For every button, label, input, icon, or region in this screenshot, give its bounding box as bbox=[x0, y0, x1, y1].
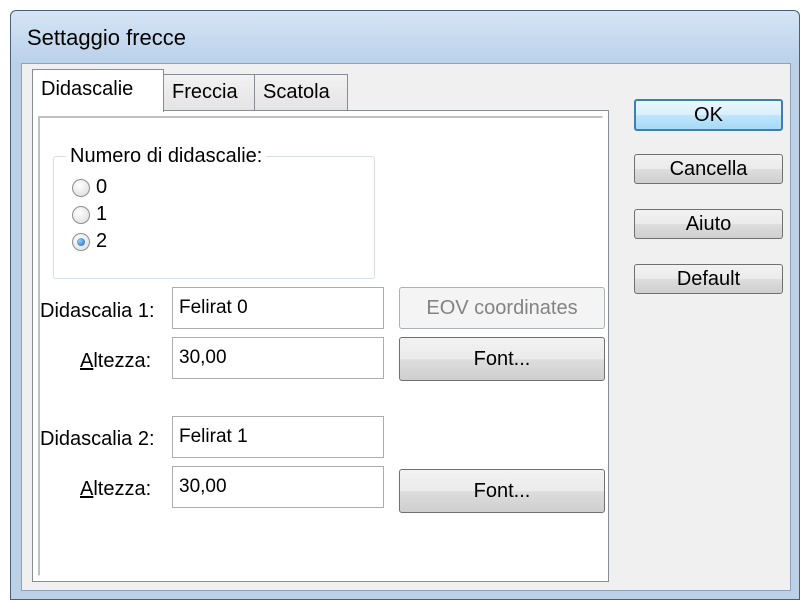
radio-label: 2 bbox=[96, 230, 108, 252]
caption1-height-input[interactable]: 30,00 bbox=[172, 337, 384, 379]
tab-label: Scatola bbox=[263, 81, 330, 103]
caption2-label: Didascalia 2: bbox=[40, 428, 155, 450]
cancel-button[interactable]: Cancella bbox=[634, 154, 783, 184]
caption1-text-input[interactable]: Felirat 0 bbox=[172, 287, 384, 329]
caption1-font-button[interactable]: Font... bbox=[399, 337, 605, 381]
title-bar[interactable]: Settaggio frecce bbox=[11, 11, 799, 63]
caption1-height-label: Altezza: bbox=[80, 350, 151, 373]
radio-button-selected[interactable] bbox=[72, 233, 90, 251]
dialog-client-area: Didascalie Freccia Scatola Numero di did… bbox=[21, 63, 791, 591]
tab-label: Freccia bbox=[172, 81, 238, 103]
mnemonic-char: A bbox=[80, 478, 94, 500]
radio-label: 0 bbox=[96, 176, 108, 198]
tab-freccia[interactable]: Freccia bbox=[163, 74, 255, 110]
caption2-height-label: Altezza: bbox=[80, 478, 151, 501]
caption1-label: Didascalia 1: bbox=[40, 300, 155, 322]
tab-didascalie[interactable]: Didascalie bbox=[32, 69, 164, 112]
caption2-text-input[interactable]: Felirat 1 bbox=[172, 416, 384, 458]
radio-label: 1 bbox=[96, 203, 108, 225]
caption2-height-input[interactable]: 30,00 bbox=[172, 466, 384, 508]
dialog-window: Settaggio frecce Didascalie Freccia Scat… bbox=[10, 10, 800, 600]
default-button[interactable]: Default bbox=[634, 264, 783, 294]
captions-count-groupbox: Numero di didascalie: 0 1 2 bbox=[53, 145, 375, 279]
radio-button[interactable] bbox=[72, 179, 90, 197]
caption2-font-button[interactable]: Font... bbox=[399, 469, 605, 513]
ok-button[interactable]: OK bbox=[634, 99, 783, 131]
radio-button[interactable] bbox=[72, 206, 90, 224]
mnemonic-char: A bbox=[80, 350, 94, 372]
eov-coordinates-button[interactable]: EOV coordinates bbox=[399, 287, 605, 329]
help-button[interactable]: Aiuto bbox=[634, 209, 783, 239]
tab-label: Didascalie bbox=[41, 78, 134, 100]
tab-scatola[interactable]: Scatola bbox=[254, 74, 348, 110]
label-rest: ltezza: bbox=[93, 478, 152, 500]
groupbox-legend: Numero di didascalie: bbox=[66, 145, 267, 168]
window-title: Settaggio frecce bbox=[27, 25, 186, 50]
label-rest: ltezza: bbox=[93, 350, 152, 372]
